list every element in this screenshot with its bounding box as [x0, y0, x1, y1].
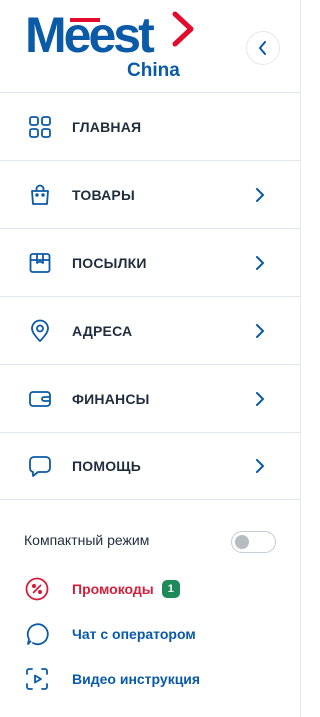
logo-image: Meest China	[25, 7, 194, 81]
logo-text: Meest	[25, 8, 155, 63]
nav-item-home[interactable]: ГЛАВНАЯ	[0, 92, 300, 160]
nav-item-label: ПОСЫЛКИ	[72, 254, 147, 271]
location-pin-icon	[28, 319, 52, 343]
video-instruction-label: Видео инструкция	[72, 671, 201, 687]
collapse-sidebar-button[interactable]	[246, 31, 280, 65]
promo-count-badge: 1	[161, 580, 180, 598]
chevron-right-icon	[256, 323, 264, 338]
video-instruction-link[interactable]: Видео инструкция	[24, 666, 200, 692]
compact-mode-label: Компактный режим	[24, 532, 150, 548]
nav-item-finances[interactable]: ФИНАНСЫ	[0, 364, 300, 432]
compact-mode-toggle[interactable]	[231, 531, 276, 553]
chat-bubble-icon	[28, 454, 52, 478]
nav-item-label: ТОВАРЫ	[72, 186, 135, 203]
nav-item-label: ФИНАНСЫ	[72, 390, 150, 407]
nav-item-label: ПОМОЩЬ	[72, 458, 142, 474]
grid-icon	[28, 115, 52, 139]
nav-item-addresses[interactable]: АДРЕСА	[0, 296, 300, 364]
nav-item-label: ГЛАВНАЯ	[72, 118, 142, 135]
package-icon	[28, 251, 52, 275]
shopping-bag-icon	[28, 183, 52, 207]
nav-item-label: АДРЕСА	[72, 322, 133, 339]
chat-icon	[24, 621, 50, 647]
chevron-right-icon	[256, 459, 264, 473]
chevron-right-icon	[256, 255, 264, 270]
toggle-knob	[235, 535, 249, 549]
chevron-right-icon	[256, 391, 264, 406]
nav-item-parcels[interactable]: ПОСЫЛКИ	[0, 228, 300, 296]
operator-chat-link[interactable]: Чат с оператором	[24, 621, 196, 647]
wallet-icon	[28, 387, 52, 411]
nav-item-help[interactable]: ПОМОЩЬ	[0, 432, 300, 500]
compact-mode-row: Компактный режим	[24, 528, 279, 556]
operator-chat-label: Чат с оператором	[72, 626, 196, 642]
main-nav: ГЛАВНАЯ ТОВАРЫ ПОСЫЛКИ АДРЕСА ФИНАНСЫ ПО…	[0, 92, 300, 500]
meest-logo[interactable]: Meest China	[25, 7, 205, 82]
logo-subtext: China	[127, 60, 180, 81]
sidebar: Meest China ГЛАВНАЯ ТОВАРЫ ПОСЫЛКИ АДРЕС…	[0, 0, 301, 717]
video-icon	[24, 666, 50, 692]
chevron-left-icon	[259, 41, 266, 55]
nav-item-products[interactable]: ТОВАРЫ	[0, 160, 300, 228]
logo-chevron	[172, 11, 194, 47]
logo-red-bar	[70, 18, 100, 22]
promo-codes-label: Промокоды	[72, 581, 154, 597]
chevron-right-icon	[256, 187, 264, 202]
promo-codes-link[interactable]: Промокоды 1	[24, 576, 180, 602]
percent-icon	[24, 576, 50, 602]
